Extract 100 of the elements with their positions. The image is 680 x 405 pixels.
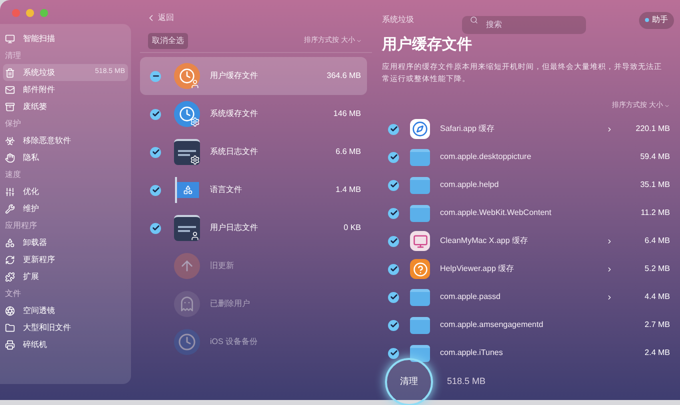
sidebar-item[interactable]: 卸载器 bbox=[3, 234, 128, 251]
sidebar-item[interactable]: 邮件附件 bbox=[3, 81, 128, 98]
biohazard-icon bbox=[5, 136, 15, 146]
search-icon bbox=[470, 16, 478, 24]
sidebar-label: 碎纸机 bbox=[23, 338, 48, 350]
file-size: 2.4 MB bbox=[644, 347, 670, 359]
file-name: HelpViewer.app 缓存 bbox=[440, 263, 516, 275]
section-header: 应用程序 bbox=[4, 220, 37, 232]
category-row[interactable]: 语言文件 1.4 MB bbox=[140, 171, 367, 209]
sidebar-label: 邮件附件 bbox=[23, 84, 56, 96]
deselect-all-button[interactable]: 取消全选 bbox=[148, 33, 188, 49]
section-title: 系统垃圾 bbox=[382, 14, 415, 26]
sidebar-item[interactable]: 更新程序 bbox=[3, 251, 128, 268]
chevron-right-icon[interactable] bbox=[606, 266, 613, 272]
caret-icon bbox=[664, 102, 670, 109]
chevron-right-icon[interactable] bbox=[606, 294, 613, 300]
file-size: 35.1 MB bbox=[639, 179, 670, 191]
file-name: com.apple.desktoppicture bbox=[440, 151, 532, 163]
sidebar-item[interactable]: 优化 bbox=[3, 183, 128, 200]
check-icon bbox=[390, 209, 398, 217]
sidebar-label: 维护 bbox=[23, 202, 40, 214]
sidebar-label: 智能扫描 bbox=[23, 32, 56, 44]
sidebar-label: 大型和旧文件 bbox=[23, 322, 72, 334]
sidebar-item[interactable]: 废纸篓 bbox=[3, 98, 128, 115]
check-icon bbox=[390, 153, 398, 161]
chevron-right-icon[interactable] bbox=[606, 126, 613, 132]
category-name: 用户日志文件 bbox=[210, 222, 259, 234]
back-button[interactable]: 返回 bbox=[146, 12, 174, 24]
aperture-icon bbox=[5, 306, 15, 316]
file-size: 220.1 MB bbox=[634, 123, 670, 135]
category-size: 146 MB bbox=[333, 108, 361, 120]
file-name: com.apple.helpd bbox=[440, 179, 500, 191]
check-icon bbox=[152, 186, 160, 194]
check-icon bbox=[152, 224, 160, 232]
folder-icon bbox=[410, 316, 430, 334]
file-size: 4.4 MB bbox=[644, 291, 670, 303]
check-icon bbox=[390, 349, 398, 357]
folder-icon bbox=[5, 322, 15, 332]
file-name: com.apple.WebKit.WebContent bbox=[440, 207, 552, 219]
sidebar-item[interactable]: 碎纸机 bbox=[3, 336, 128, 353]
section-header: 保护 bbox=[4, 118, 21, 130]
bin-icon bbox=[5, 102, 15, 112]
puzzle-icon bbox=[5, 272, 15, 282]
sidebar-label: 隐私 bbox=[23, 152, 40, 164]
category-name: 旧更新 bbox=[210, 260, 235, 272]
flag-icon bbox=[174, 177, 200, 203]
category-size: 364.6 MB bbox=[326, 70, 361, 82]
clean-button[interactable]: 清理 bbox=[385, 358, 433, 405]
category-name: 用户缓存文件 bbox=[210, 70, 259, 82]
sidebar-item[interactable]: 扩展 bbox=[3, 268, 128, 285]
sidebar-item[interactable]: 智能扫描 bbox=[3, 30, 128, 47]
ghost-icon bbox=[174, 291, 200, 317]
sidebar-label: 更新程序 bbox=[23, 254, 56, 266]
category-size: 6.6 MB bbox=[336, 146, 361, 158]
update-icon bbox=[174, 253, 200, 279]
shapes-icon bbox=[5, 238, 15, 248]
check-icon bbox=[390, 181, 398, 189]
log-file-icon bbox=[174, 139, 200, 165]
mail-icon bbox=[5, 84, 15, 94]
sidebar-item[interactable]: 隐私 bbox=[3, 149, 128, 166]
chevron-right-icon[interactable] bbox=[606, 238, 613, 244]
assistant-button[interactable]: 助手 bbox=[639, 12, 674, 28]
clock-icon bbox=[174, 329, 200, 355]
folder-icon bbox=[410, 148, 430, 166]
folder-icon bbox=[410, 344, 430, 362]
sidebar-label: 废纸篓 bbox=[23, 100, 48, 112]
category-size: 1.4 MB bbox=[336, 184, 361, 196]
category-name: 系统缓存文件 bbox=[210, 108, 259, 120]
category-row[interactable]: 用户日志文件 0 KB bbox=[140, 209, 367, 247]
sidebar-label: 系统垃圾 bbox=[23, 66, 56, 78]
category-size: 0 KB bbox=[344, 222, 361, 234]
hand-icon bbox=[5, 152, 15, 162]
monitor-icon bbox=[5, 34, 15, 44]
sidebar-label: 扩展 bbox=[23, 270, 40, 282]
section-header: 速度 bbox=[4, 168, 21, 180]
sidebar-item[interactable]: 空间透镜 bbox=[3, 302, 128, 319]
file-size: 11.2 MB bbox=[640, 207, 670, 219]
sidebar-label: 卸载器 bbox=[23, 236, 48, 248]
refresh-icon bbox=[5, 254, 15, 264]
section-header: 清理 bbox=[4, 50, 21, 62]
help-icon bbox=[410, 259, 430, 279]
log-file-icon bbox=[174, 215, 200, 241]
category-name: iOS 设备备份 bbox=[210, 336, 259, 348]
category-row[interactable]: 系统日志文件 6.6 MB bbox=[140, 133, 367, 171]
sidebar-item[interactable]: 大型和旧文件 bbox=[3, 319, 128, 336]
printer-icon bbox=[5, 340, 15, 350]
sidebar-label: 空间透镜 bbox=[23, 304, 56, 316]
file-name: Safari.app 缓存 bbox=[440, 123, 496, 135]
check-icon bbox=[390, 321, 398, 329]
check-icon bbox=[390, 237, 398, 245]
sidebar-item[interactable]: 移除恶意软件 bbox=[3, 132, 128, 149]
total-size: 518.5 MB bbox=[447, 375, 486, 388]
category-row[interactable]: 用户缓存文件 364.6 MB bbox=[140, 57, 367, 95]
wrench-icon bbox=[5, 204, 15, 214]
file-size: 59.4 MB bbox=[639, 151, 670, 163]
category-row[interactable]: 系统缓存文件 146 MB bbox=[140, 95, 367, 133]
folder-icon bbox=[410, 204, 430, 222]
check-icon bbox=[152, 148, 160, 156]
sidebar-item[interactable]: 维护 bbox=[3, 200, 128, 217]
folder-icon bbox=[410, 288, 430, 306]
